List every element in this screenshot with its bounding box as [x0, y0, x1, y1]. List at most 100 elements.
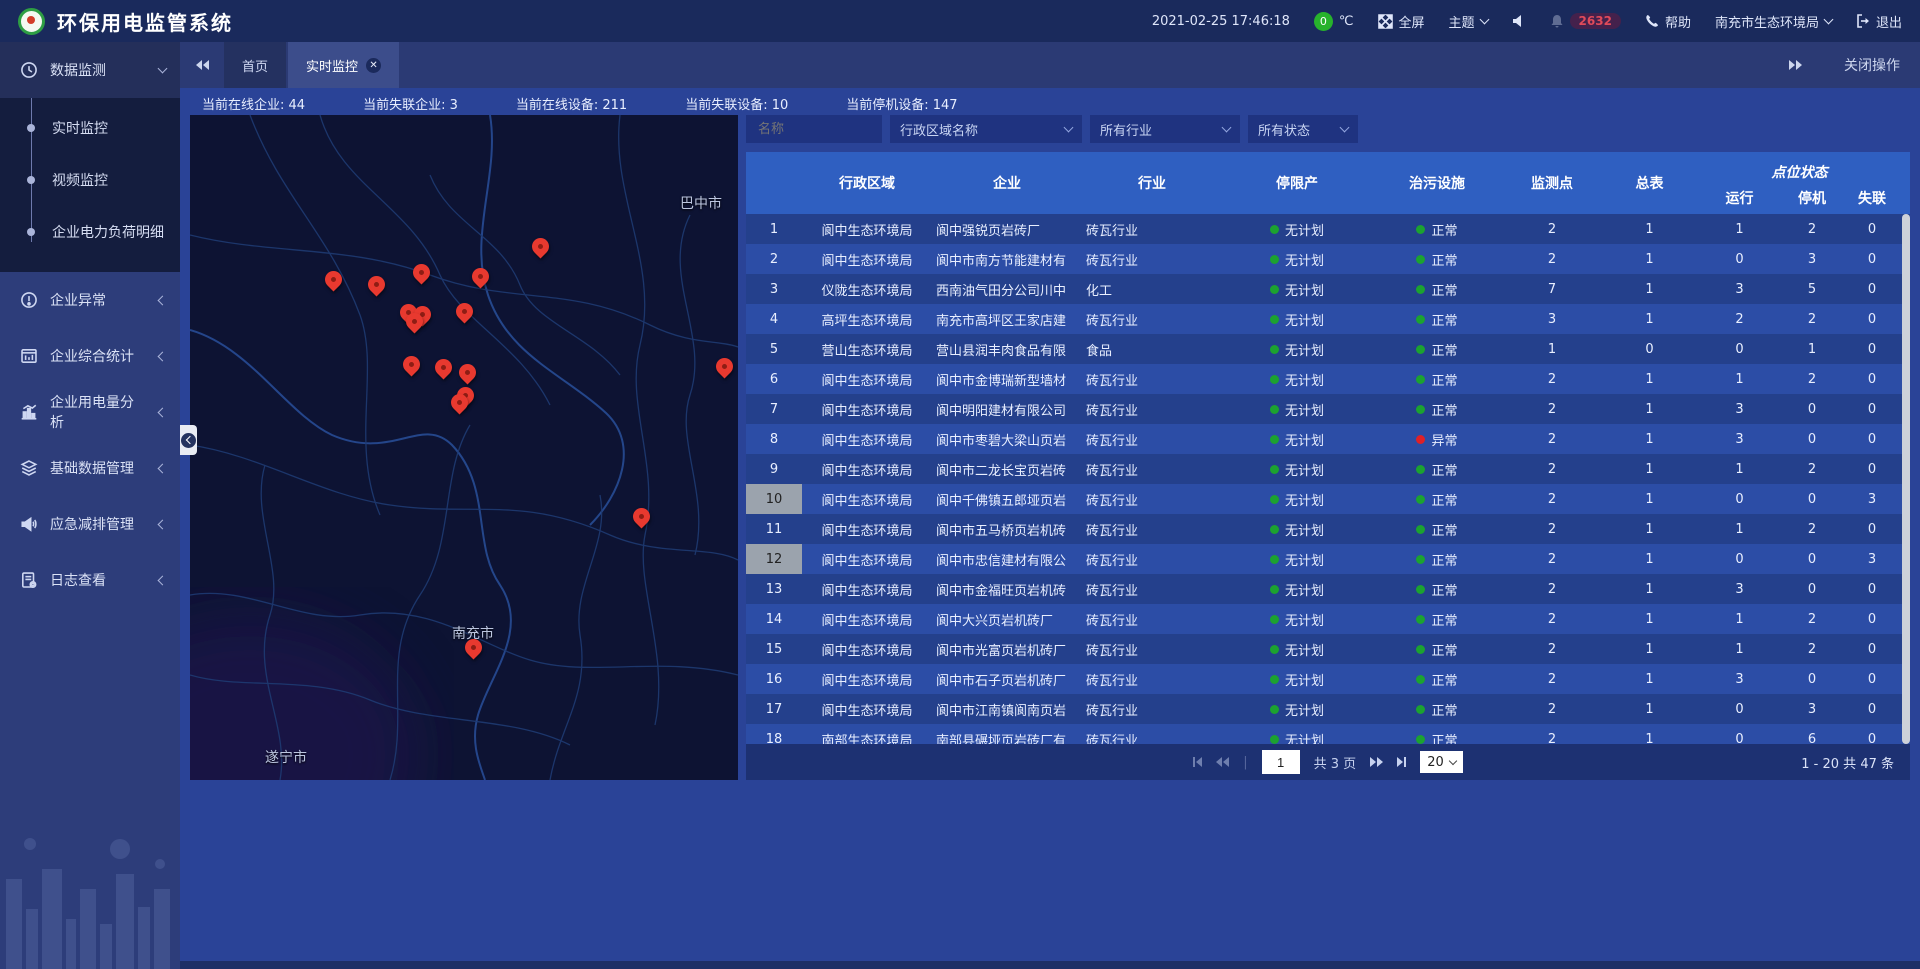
stat-item-0: 当前在线企业: 44	[202, 94, 305, 113]
theme-dropdown[interactable]: 主题	[1449, 12, 1488, 31]
table-row[interactable]: 10阆中生态环境局阆中千佛镇五郎垭页岩砖瓦行业无计划正常21003	[746, 484, 1910, 514]
table-row[interactable]: 6阆中生态环境局阆中市金博瑞新型墙材砖瓦行业无计划正常21120	[746, 364, 1910, 394]
table-row[interactable]: 13阆中生态环境局阆中市金福旺页岩机砖砖瓦行业无计划正常21300	[746, 574, 1910, 604]
table-scrollbar[interactable]	[1902, 214, 1910, 744]
double-left-arrow-icon	[196, 60, 209, 70]
cell-lost: 0	[1842, 664, 1902, 694]
tabs-scroll-left-button[interactable]	[180, 42, 224, 88]
cell-meters: 1	[1602, 304, 1697, 334]
cell-meters: 1	[1602, 544, 1697, 574]
tab-home[interactable]: 首页	[224, 42, 286, 88]
status-dot	[1416, 555, 1425, 564]
table-row[interactable]: 4高坪生态环境局南充市高坪区王家店建砖瓦行业无计划正常31220	[746, 304, 1910, 334]
logout-button[interactable]: 退出	[1856, 12, 1902, 31]
page-number-input[interactable]	[1262, 750, 1300, 774]
cell-facility-status: 正常	[1372, 724, 1502, 744]
tabs-scroll-right-button[interactable]	[1789, 60, 1802, 70]
chevron-icon	[158, 64, 168, 74]
sidebar-item-1[interactable]: 企业异常	[0, 272, 180, 328]
cell-run: 1	[1697, 214, 1782, 244]
cell-meters: 1	[1602, 664, 1697, 694]
cell-meters: 1	[1602, 574, 1697, 604]
cell-lost: 0	[1842, 244, 1902, 274]
table-row[interactable]: 8阆中生态环境局阆中市枣碧大梁山页岩砖瓦行业无计划异常21300	[746, 424, 1910, 454]
sidebar-item-3[interactable]: 企业用电量分析	[0, 384, 180, 440]
cell-meters: 1	[1602, 484, 1697, 514]
chevron-down-icon	[1340, 123, 1350, 133]
sidebar-item-4[interactable]: 基础数据管理	[0, 440, 180, 496]
col-region: 行政区域	[802, 152, 932, 214]
mute-button[interactable]	[1512, 14, 1526, 28]
cell-industry: 砖瓦行业	[1082, 544, 1222, 574]
notification-count-badge: 2632	[1570, 13, 1621, 29]
table-row[interactable]: 7阆中生态环境局阆中明阳建材有限公司砖瓦行业无计划正常21300	[746, 394, 1910, 424]
cell-index: 9	[746, 454, 802, 484]
sidebar-item-0[interactable]: 数据监测	[0, 42, 180, 98]
tab-close-icon[interactable]: ✕	[366, 58, 381, 73]
table-row[interactable]: 9阆中生态环境局阆中市二龙长宝页岩砖砖瓦行业无计划正常21120	[746, 454, 1910, 484]
cell-region: 南部生态环境局	[802, 724, 932, 744]
table-row[interactable]: 2阆中生态环境局阆中市南方节能建材有砖瓦行业无计划正常21030	[746, 244, 1910, 274]
cell-index: 7	[746, 394, 802, 424]
cell-limit-status: 无计划	[1222, 604, 1372, 634]
table-row[interactable]: 3仪陇生态环境局西南油气田分公司川中化工无计划正常71350	[746, 274, 1910, 304]
cell-company: 阆中市石子页岩机砖厂	[932, 664, 1082, 694]
status-dot	[1270, 315, 1279, 324]
name-filter-input[interactable]	[756, 121, 872, 138]
industry-filter-select[interactable]: 所有行业	[1090, 115, 1240, 143]
sidebar-collapse-handle[interactable]	[180, 425, 197, 455]
table-row[interactable]: 18南部生态环境局南部县碾垭页岩砖厂有砖瓦行业无计划正常21060	[746, 724, 1910, 744]
sidebar-subitem-0-0[interactable]: 实时监控	[0, 102, 180, 154]
cell-limit-status: 无计划	[1222, 484, 1372, 514]
table-row[interactable]: 16阆中生态环境局阆中市石子页岩机砖厂砖瓦行业无计划正常21300	[746, 664, 1910, 694]
chevron-down-icon	[1448, 756, 1456, 764]
stat-item-3: 当前失联设备: 10	[685, 94, 788, 113]
cell-limit-status: 无计划	[1222, 244, 1372, 274]
cell-facility-status: 正常	[1372, 214, 1502, 244]
table-row[interactable]: 14阆中生态环境局阆中大兴页岩机砖厂砖瓦行业无计划正常21120	[746, 604, 1910, 634]
tab-realtime-monitor[interactable]: 实时监控 ✕	[288, 42, 399, 88]
table-row[interactable]: 11阆中生态环境局阆中市五马桥页岩机砖砖瓦行业无计划正常21120	[746, 514, 1910, 544]
next-page-button[interactable]	[1370, 757, 1383, 767]
last-page-button[interactable]	[1397, 757, 1406, 767]
pagination-bar: | 共 3 页 20 1 - 20 共 47 条	[746, 744, 1910, 780]
sidebar-item-5[interactable]: 应急减排管理	[0, 496, 180, 552]
cell-points: 2	[1502, 244, 1602, 274]
cell-company: 阆中市枣碧大梁山页岩	[932, 424, 1082, 454]
region-filter-select[interactable]: 行政区域名称	[890, 115, 1082, 143]
map-panel[interactable]: 巴中市南充市遂宁市	[190, 115, 738, 780]
cell-meters: 1	[1602, 514, 1697, 544]
help-button[interactable]: 帮助	[1645, 12, 1691, 31]
fullscreen-button[interactable]: 全屏	[1378, 12, 1425, 31]
chevron-icon	[158, 351, 168, 361]
main-content: 当前在线企业: 44当前失联企业: 3当前在线设备: 211当前失联设备: 10…	[180, 88, 1920, 969]
table-row[interactable]: 12阆中生态环境局阆中市忠信建材有限公砖瓦行业无计划正常21003	[746, 544, 1910, 574]
cell-limit-status: 无计划	[1222, 214, 1372, 244]
table-row[interactable]: 1阆中生态环境局阆中强锐页岩砖厂砖瓦行业无计划正常21120	[746, 214, 1910, 244]
close-operations-button[interactable]: 关闭操作	[1844, 55, 1900, 75]
cell-points: 2	[1502, 544, 1602, 574]
log-file-icon	[20, 571, 38, 589]
first-page-button[interactable]	[1193, 757, 1202, 767]
cell-stop: 1	[1782, 334, 1842, 364]
name-filter[interactable]	[746, 115, 882, 143]
sidebar-subitem-0-1[interactable]: 视频监控	[0, 154, 180, 206]
cell-meters: 1	[1602, 724, 1697, 744]
cell-region: 高坪生态环境局	[802, 304, 932, 334]
cell-stop: 0	[1782, 424, 1842, 454]
status-dot	[1416, 645, 1425, 654]
prev-page-button[interactable]	[1216, 757, 1229, 767]
sidebar-subitem-0-2[interactable]: 企业电力负荷明细	[0, 206, 180, 258]
cell-lost: 0	[1842, 694, 1902, 724]
sidebar-item-2[interactable]: 企业综合统计	[0, 328, 180, 384]
table-row[interactable]: 17阆中生态环境局阆中市江南镇阆南页岩砖瓦行业无计划正常21030	[746, 694, 1910, 724]
table-row[interactable]: 5营山生态环境局营山县润丰肉食品有限食品无计划正常10010	[746, 334, 1910, 364]
table-row[interactable]: 15阆中生态环境局阆中市光富页岩机砖厂砖瓦行业无计划正常21120	[746, 634, 1910, 664]
cell-industry: 化工	[1082, 274, 1222, 304]
status-filter-select[interactable]: 所有状态	[1248, 115, 1358, 143]
org-dropdown[interactable]: 南充市生态环境局	[1715, 12, 1832, 31]
sidebar-item-6[interactable]: 日志查看	[0, 552, 180, 608]
notification-area[interactable]: 2632	[1550, 13, 1621, 29]
page-size-select[interactable]: 20	[1420, 751, 1463, 773]
cell-facility-status: 正常	[1372, 634, 1502, 664]
